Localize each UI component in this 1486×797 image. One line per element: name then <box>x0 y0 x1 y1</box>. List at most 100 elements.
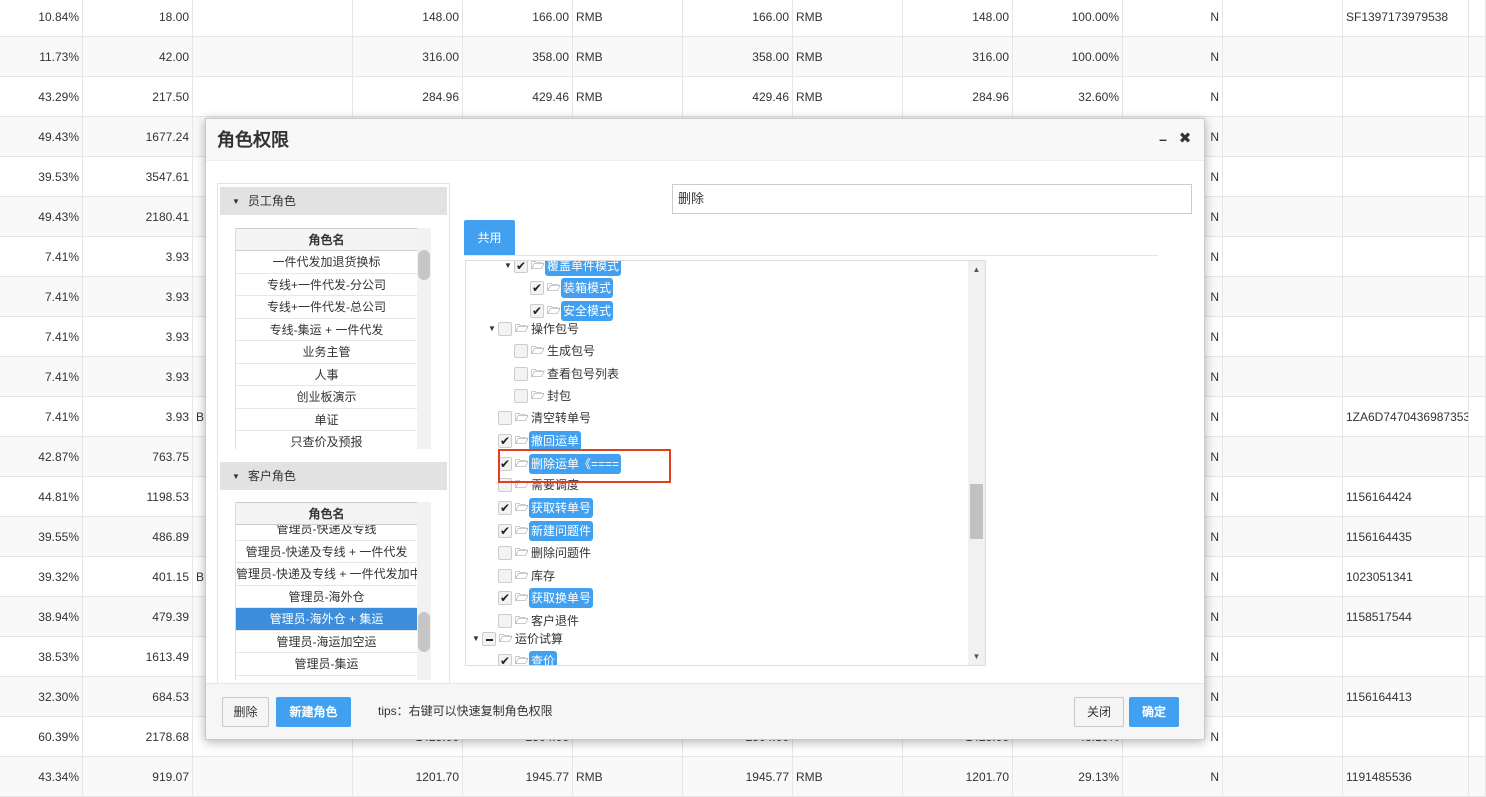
table-cell <box>1469 197 1486 237</box>
tree-node-label[interactable]: 库存 <box>529 566 557 586</box>
table-cell: 49.43% <box>0 197 83 237</box>
tree-node-label[interactable]: 运价试算 <box>513 629 565 649</box>
tree-node[interactable]: 🗁新建问题件 <box>488 520 594 541</box>
role-list-item[interactable]: 专线-集运 + 一件代发 <box>236 319 417 341</box>
tree-node-label[interactable]: 获取转单号 <box>529 497 594 518</box>
tree-node[interactable]: 🗁安全模式 <box>520 300 614 321</box>
tab-common[interactable]: 共用 <box>464 220 515 256</box>
role-list-item[interactable]: 管理员-集运 <box>236 653 417 676</box>
tree-node[interactable]: 🗁查价 <box>488 650 558 665</box>
confirm-button[interactable]: 确定 <box>1129 697 1179 727</box>
scroll-down-icon[interactable]: ▼ <box>968 648 985 665</box>
permission-search-input[interactable]: 删除 <box>672 184 1192 214</box>
tree-node-checkbox[interactable] <box>498 613 512 628</box>
tree-node-checkbox[interactable] <box>498 588 512 608</box>
table-cell: 3.93 <box>83 277 193 317</box>
role-list-item[interactable]: 管理员-快递及专线 <box>236 525 417 541</box>
role-list-item[interactable]: 创业板演示 <box>236 386 417 409</box>
employee-role-scroll-thumb[interactable] <box>418 250 430 280</box>
role-list-item[interactable]: 管理员-快递及专线 + 一件代发加中 <box>236 563 417 586</box>
tree-node-checkbox[interactable] <box>530 278 544 298</box>
tree-node-label[interactable]: 清空转单号 <box>529 408 593 428</box>
tree-node-checkbox[interactable] <box>498 431 512 451</box>
tree-node[interactable]: ▼ 🗁 操作包号 <box>488 318 581 338</box>
tree-node[interactable]: 🗁 查看包号列表 <box>504 363 621 383</box>
role-list-item[interactable]: 人事 <box>236 364 417 386</box>
close-button[interactable]: 关闭 <box>1074 697 1124 727</box>
permission-tree-scroll-thumb[interactable] <box>970 484 983 539</box>
tree-node-checkbox[interactable] <box>498 410 512 425</box>
expand-triangle-icon[interactable]: ▼ <box>472 629 482 649</box>
expand-triangle-icon[interactable]: ▼ <box>504 261 514 276</box>
permission-tree-scrollbar[interactable]: ▲ ▼ <box>968 261 985 665</box>
tree-node[interactable]: 🗁 清空转单号 <box>488 407 593 427</box>
tree-node-label[interactable]: 生成包号 <box>545 341 597 361</box>
tree-node-label[interactable]: 查看包号列表 <box>545 364 621 384</box>
close-icon[interactable]: ✖ <box>1178 129 1192 149</box>
new-role-button[interactable]: 新建角色 <box>276 697 351 727</box>
tree-node[interactable]: 🗁撤回运单 <box>488 430 582 451</box>
employee-role-group-header[interactable]: ▼ 员工角色 <box>220 187 447 215</box>
tree-node[interactable]: 🗁获取转单号 <box>488 497 594 518</box>
table-cell <box>1223 197 1343 237</box>
customer-role-group-header[interactable]: ▼ 客户角色 <box>220 462 447 490</box>
table-cell: RMB <box>793 0 903 37</box>
role-list-item[interactable]: 只查价及预报 <box>236 431 417 449</box>
table-cell <box>1343 317 1469 357</box>
tree-node[interactable]: 🗁 生成包号 <box>504 340 597 360</box>
tree-node-checkbox[interactable] <box>530 301 544 321</box>
delete-role-button[interactable]: 删除 <box>222 697 269 727</box>
tree-node-label[interactable]: 操作包号 <box>529 319 581 339</box>
table-cell <box>193 0 353 37</box>
table-cell: 100.00% <box>1013 37 1123 77</box>
tree-node[interactable]: 🗁 封包 <box>504 385 573 405</box>
tree-node-label[interactable]: 撤回运单 <box>529 430 582 451</box>
tree-node[interactable]: ▼ 🗁 运价试算 <box>472 628 565 648</box>
table-row[interactable]: 43.34% 919.07 1201.70 1945.77 RMB 1945.77 RMB 1… <box>0 757 1486 797</box>
table-row[interactable]: 43.29% 217.50 284.96 429.46 RMB 429.46 RMB 284.… <box>0 77 1486 117</box>
role-list-item[interactable]: 管理员-海外仓 <box>236 586 417 608</box>
tree-node-checkbox[interactable] <box>514 366 528 381</box>
role-list-item[interactable]: 管理员-海运加空运 <box>236 631 417 653</box>
tree-node-label[interactable]: 覆盖单件模式 <box>545 261 622 276</box>
tree-node-label[interactable]: 装箱模式 <box>561 277 614 298</box>
tree-node-checkbox[interactable] <box>498 651 512 665</box>
role-list-item[interactable]: 专线+一件代发-总公司 <box>236 296 417 319</box>
table-row[interactable]: 11.73% 42.00 316.00 358.00 RMB 358.00 RMB 316.0… <box>0 37 1486 77</box>
tree-node[interactable]: 🗁 客户退件 <box>488 610 581 630</box>
tree-node-checkbox[interactable] <box>498 521 512 541</box>
tree-node-checkbox[interactable] <box>514 388 528 403</box>
tree-node-checkbox[interactable] <box>498 568 512 583</box>
customer-role-scroll-thumb[interactable] <box>418 612 430 652</box>
tree-node[interactable]: 🗁获取换单号 <box>488 587 594 608</box>
tree-node-checkbox[interactable] <box>514 343 528 358</box>
customer-role-scrollbar[interactable] <box>417 502 431 680</box>
role-list-item[interactable]: 专线+一件代发-分公司 <box>236 274 417 296</box>
role-permission-dialog: 角色权限 – ✖ ▼ 员工角色 角色名 一件代发加退货换标 专线+一件代发-分公司专… <box>205 118 1205 740</box>
employee-role-scrollbar[interactable] <box>417 228 431 449</box>
tree-node[interactable]: 🗁 库存 <box>488 565 557 585</box>
role-list-item[interactable]: 管理员-快递及专线 + 一件代发 <box>236 541 417 563</box>
tree-node-checkbox[interactable] <box>498 321 512 336</box>
tree-node-label[interactable]: 封包 <box>545 386 573 406</box>
tree-node-label[interactable]: 删除问题件 <box>529 543 593 563</box>
role-list-item[interactable]: 管理员-海外仓 + 集运 <box>236 608 417 631</box>
tree-node-checkbox[interactable] <box>498 498 512 518</box>
tree-node-label[interactable]: 查价 <box>529 650 558 665</box>
scroll-up-icon[interactable]: ▲ <box>968 261 985 278</box>
tree-node-label[interactable]: 新建问题件 <box>529 520 594 541</box>
tree-node-checkbox[interactable] <box>514 261 528 276</box>
expand-triangle-icon[interactable]: ▼ <box>488 319 498 339</box>
tree-node-checkbox[interactable] <box>482 631 496 646</box>
table-row[interactable]: 10.84% 18.00 148.00 166.00 RMB 166.00 RMB 148.0… <box>0 0 1486 37</box>
tree-node[interactable]: 🗁装箱模式 <box>520 277 614 298</box>
tree-node[interactable]: ▼ 🗁覆盖单件模式 <box>504 261 622 276</box>
tree-node-label[interactable]: 获取换单号 <box>529 587 594 608</box>
table-cell <box>1223 317 1343 357</box>
role-list-item[interactable]: 单证 <box>236 409 417 431</box>
minimize-icon[interactable]: – <box>1156 129 1170 149</box>
role-list-item[interactable]: 业务主管 <box>236 341 417 364</box>
tree-node[interactable]: 🗁 删除问题件 <box>488 542 593 562</box>
tree-node-checkbox[interactable] <box>498 545 512 560</box>
role-list-item[interactable]: 一件代发加退货换标 <box>236 251 417 274</box>
